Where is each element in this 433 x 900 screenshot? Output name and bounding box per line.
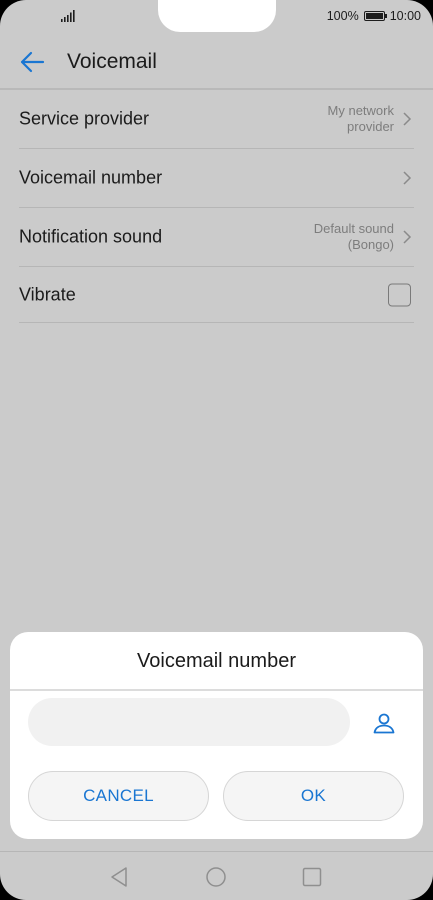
battery-percent: 100% xyxy=(326,9,359,23)
setting-label: Notification sound xyxy=(19,226,163,247)
setting-value-line: provider xyxy=(347,119,394,134)
status-bar: 100% 10:00 xyxy=(0,0,433,34)
setting-value-line: My network xyxy=(327,103,394,118)
chevron-right-icon xyxy=(403,112,412,126)
battery-icon xyxy=(363,11,388,21)
dialog-title: Voicemail number xyxy=(137,650,296,672)
app-bar: Voicemail xyxy=(0,36,433,88)
contact-icon[interactable] xyxy=(372,711,396,735)
page-title: Voicemail xyxy=(67,50,157,73)
nav-home-icon[interactable] xyxy=(205,866,227,888)
phone-screen: 100% 10:00 Voicemail Service provider My… xyxy=(0,0,433,900)
back-arrow-icon[interactable] xyxy=(19,50,45,74)
nav-back-icon[interactable] xyxy=(109,866,131,888)
settings-list: Service provider My network provider Voi… xyxy=(19,90,414,323)
status-right: 100% 10:00 xyxy=(327,9,421,23)
chevron-right-icon xyxy=(403,230,412,244)
ok-button[interactable]: OK xyxy=(223,771,404,821)
setting-value: Default sound (Bongo) xyxy=(284,221,394,253)
signal-icon xyxy=(61,10,75,22)
setting-value: My network provider xyxy=(284,103,394,135)
setting-service-provider[interactable]: Service provider My network provider xyxy=(19,90,414,149)
setting-notification-sound[interactable]: Notification sound Default sound (Bongo) xyxy=(19,208,414,267)
setting-label: Vibrate xyxy=(19,284,76,304)
status-time: 10:00 xyxy=(389,9,421,23)
setting-voicemail-number[interactable]: Voicemail number xyxy=(19,149,414,208)
navigation-bar xyxy=(0,851,433,900)
setting-vibrate[interactable]: Vibrate xyxy=(19,267,414,323)
cancel-button[interactable]: CANCEL xyxy=(28,771,209,821)
nav-recent-icon[interactable] xyxy=(301,866,323,888)
dialog-divider xyxy=(10,689,423,691)
setting-label: Service provider xyxy=(19,108,150,129)
setting-value-line: Default sound xyxy=(313,221,394,236)
setting-label: Voicemail number xyxy=(19,167,163,188)
voicemail-number-dialog: Voicemail number CANCEL OK xyxy=(10,632,423,839)
setting-value-line: (Bongo) xyxy=(347,237,394,252)
vibrate-checkbox[interactable] xyxy=(388,283,411,306)
voicemail-number-input[interactable] xyxy=(28,698,350,746)
chevron-right-icon xyxy=(403,171,412,185)
